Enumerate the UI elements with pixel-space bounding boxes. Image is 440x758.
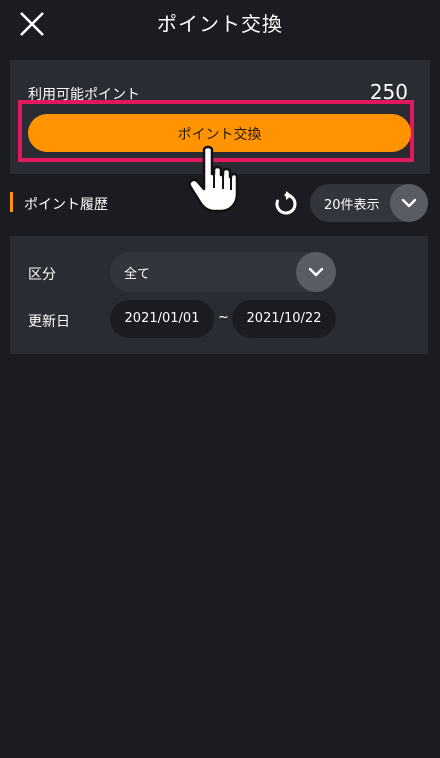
date-to-field[interactable]: 2021/10/22 — [232, 300, 336, 338]
filter-panel: 区分 全て 更新日 2021/01/01 ~ 2021/10/22 — [10, 236, 428, 354]
point-history-title: ポイント履歴 — [24, 197, 108, 213]
header: ポイント交換 — [0, 0, 440, 44]
hand-pointer-icon — [184, 144, 240, 214]
history-accent-bar — [10, 192, 13, 212]
page-title: ポイント交換 — [157, 12, 283, 36]
category-value: 全て — [124, 267, 151, 282]
date-from-field[interactable]: 2021/01/01 — [110, 300, 214, 338]
date-separator: ~ — [218, 310, 229, 325]
display-count-select[interactable]: 20件表示 — [310, 184, 428, 222]
chevron-down-icon[interactable] — [296, 252, 336, 292]
display-count-value: 20件表示 — [324, 198, 380, 213]
refresh-icon[interactable] — [272, 190, 300, 218]
chevron-down-icon[interactable] — [390, 184, 428, 222]
update-date-label: 更新日 — [28, 314, 70, 330]
category-select[interactable]: 全て — [110, 252, 336, 292]
category-label: 区分 — [28, 267, 56, 283]
